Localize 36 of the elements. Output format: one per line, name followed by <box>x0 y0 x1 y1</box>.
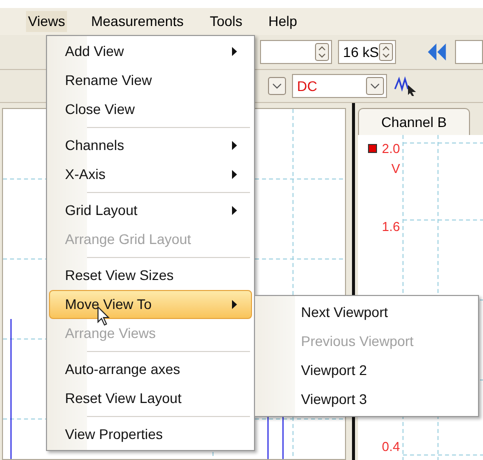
submenu-arrow-icon <box>232 141 237 150</box>
submenu-item[interactable]: Viewport 2 <box>255 356 478 385</box>
menu-item[interactable]: Move View To <box>49 290 252 319</box>
coupling-dropdown[interactable]: DC <box>292 74 387 98</box>
menu-item[interactable]: Grid Layout <box>49 196 252 225</box>
spinner-icon[interactable] <box>315 43 330 61</box>
rewind-icon[interactable] <box>426 41 449 63</box>
number-field[interactable] <box>260 40 332 64</box>
menu-item[interactable]: Close View <box>49 95 252 124</box>
axis-label: 2.0 <box>382 140 400 158</box>
menu-title[interactable]: Views <box>26 11 68 32</box>
submenu-item[interactable]: Next Viewport <box>255 298 478 327</box>
submenu-arrow-icon <box>232 47 237 56</box>
axis-label: 1.6 <box>382 218 400 236</box>
channel-color-swatch <box>368 144 377 154</box>
menu-item[interactable]: Rename View <box>49 66 252 95</box>
menu-item[interactable]: Reset View Sizes <box>49 261 252 290</box>
menu-title[interactable]: Measurements <box>89 11 186 32</box>
menu-title[interactable]: Help <box>266 11 300 32</box>
axis-label: 0.4 <box>382 438 400 456</box>
menu-title[interactable]: Tools <box>208 11 244 32</box>
samples-field[interactable]: 16 kS <box>338 40 396 64</box>
menu-item[interactable]: Channels <box>49 131 252 160</box>
submenu-item[interactable]: Viewport 3 <box>255 385 478 414</box>
submenu-arrow-icon <box>232 206 237 215</box>
menu-item[interactable]: Auto-arrange axes <box>49 355 252 384</box>
menu-item[interactable]: Add View <box>49 37 252 66</box>
menu-item[interactable]: X-Axis <box>49 160 252 189</box>
submenu-arrow-icon <box>232 170 237 179</box>
submenu-arrow-icon <box>232 300 237 309</box>
menu-item[interactable]: View Properties <box>49 420 252 449</box>
menu-item[interactable]: Reset View Layout <box>49 384 252 413</box>
axis-unit: V <box>391 160 400 178</box>
view-tab[interactable]: Channel B <box>358 108 470 135</box>
spinner-icon[interactable] <box>378 43 393 61</box>
text-field[interactable] <box>454 40 483 64</box>
